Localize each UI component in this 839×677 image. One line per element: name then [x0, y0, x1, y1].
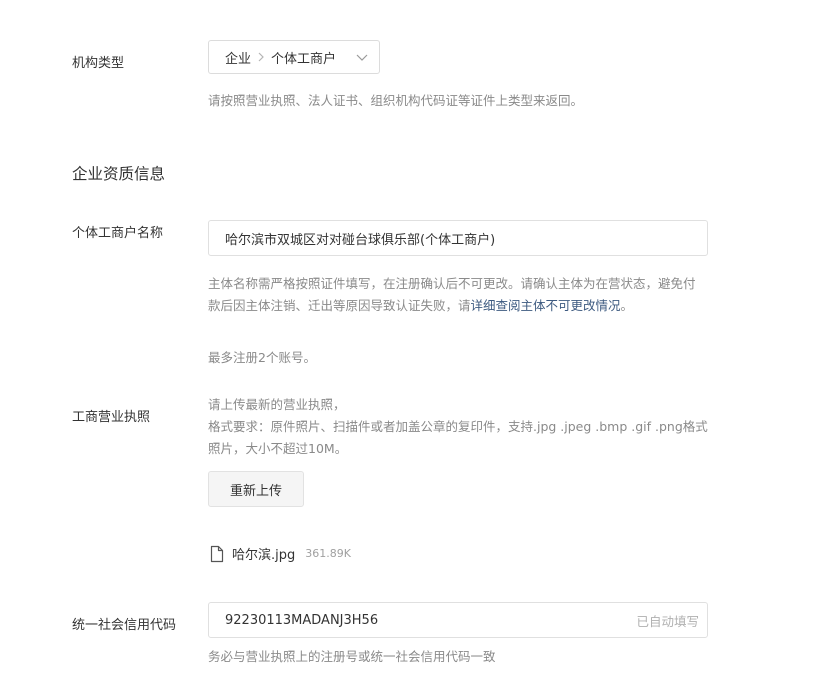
business-name-input[interactable]: 哈尔滨市双城区对对碰台球俱乐部(个体工商户)	[208, 220, 708, 256]
business-name-hint-end: 。	[620, 298, 634, 313]
business-name-value: 哈尔滨市双城区对对碰台球俱乐部(个体工商户)	[225, 232, 496, 248]
org-type-select[interactable]: 企业 个体工商户	[208, 40, 380, 74]
chevron-down-icon	[355, 52, 369, 62]
credit-code-hint: 务必与营业执照上的注册号或统一社会信用代码一致	[208, 649, 496, 664]
business-name-hint: 主体名称需严格按照证件填写，在注册确认后不可更改。请确认主体为在营状态，避免付款…	[208, 273, 704, 317]
section-title: 企业资质信息	[72, 165, 166, 183]
account-limit-note: 最多注册2个账号。	[208, 350, 316, 365]
credit-code-input[interactable]: 92230113MADANJ3H56 已自动填写	[208, 602, 708, 638]
file-name: 哈尔滨.jpg	[232, 548, 296, 563]
reupload-button[interactable]: 重新上传	[208, 471, 304, 507]
document-icon	[210, 545, 224, 563]
auto-fill-tag: 已自动填写	[636, 613, 699, 629]
name-change-policy-link[interactable]: 详细查阅主体不可更改情况	[471, 298, 621, 313]
file-size: 361.89K	[305, 547, 351, 560]
uploaded-file[interactable]: 哈尔滨.jpg 361.89K	[210, 544, 351, 563]
business-license-label: 工商营业执照	[72, 410, 151, 425]
credit-code-value: 92230113MADANJ3H56	[225, 612, 379, 628]
license-upload-requirements: 格式要求：原件照片、扫描件或者加盖公章的复印件，支持.jpg .jpeg .bm…	[208, 419, 708, 456]
chevron-right-icon	[257, 51, 265, 63]
org-type-level2: 个体工商户	[271, 51, 337, 67]
license-upload-description: 请上传最新的营业执照， 格式要求：原件照片、扫描件或者加盖公章的复印件，支持.j…	[208, 394, 718, 460]
credit-code-label: 统一社会信用代码	[72, 618, 177, 633]
business-name-label: 个体工商户名称	[72, 226, 164, 241]
license-upload-line1: 请上传最新的营业执照，	[208, 397, 346, 412]
org-type-level1: 企业	[225, 51, 252, 67]
registration-form: 机构类型 企业 个体工商户 请按照营业执照、法人证书、组织机构代码证等证件上类型…	[0, 0, 839, 677]
org-type-hint: 请按照营业执照、法人证书、组织机构代码证等证件上类型来返回。	[208, 93, 584, 108]
org-type-label: 机构类型	[72, 56, 125, 71]
